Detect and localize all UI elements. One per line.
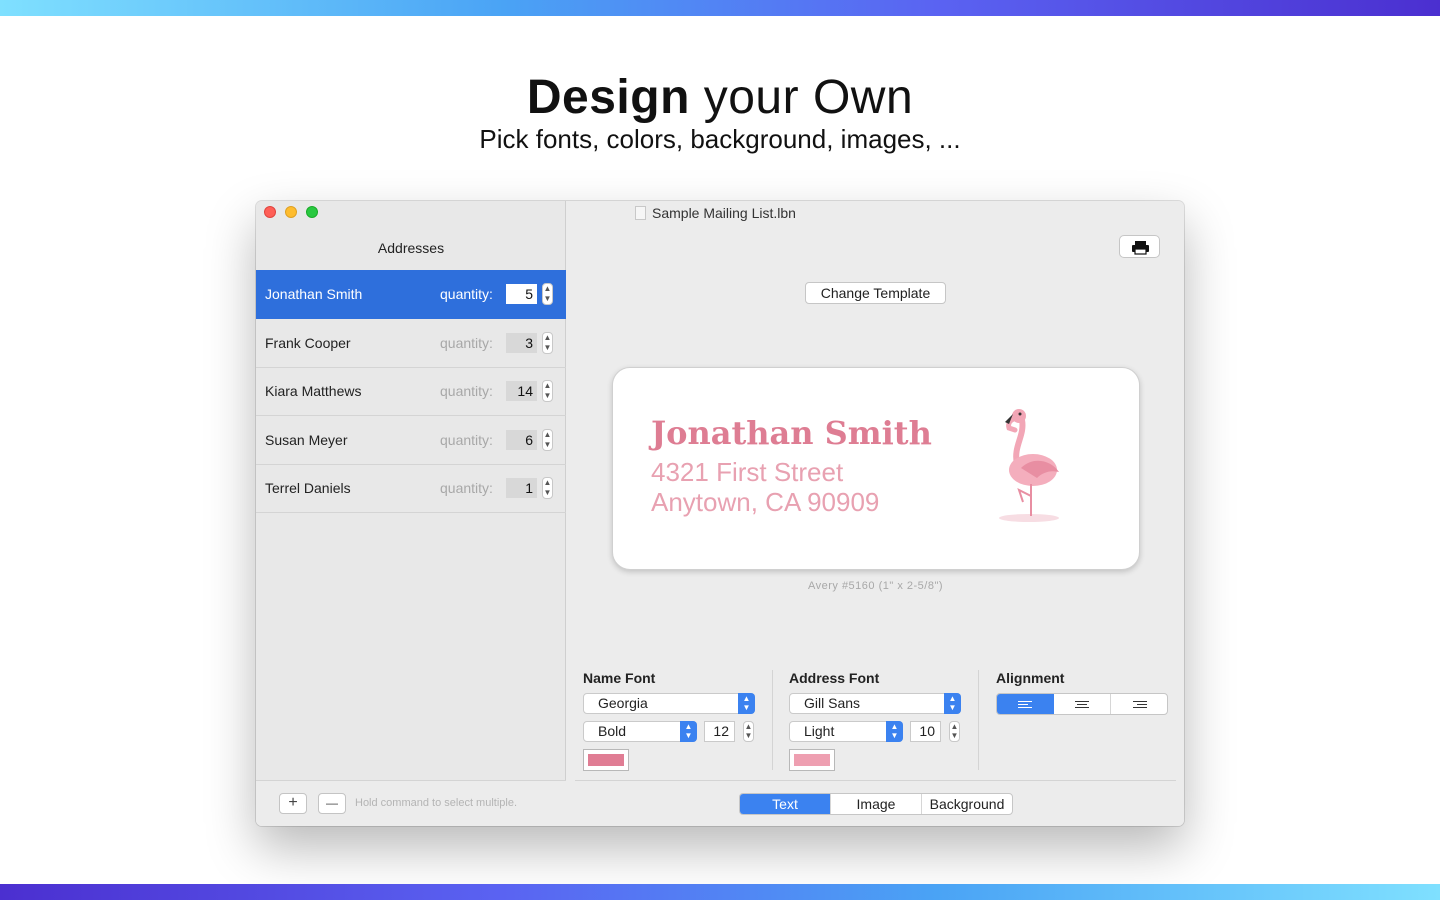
quantity-stepper[interactable]: ▲ ▼ [542, 477, 553, 499]
selection-hint: Hold command to select multiple. [355, 797, 518, 809]
align-right-icon [1132, 700, 1147, 702]
popup-chevron-icon: ▲ ▼ [680, 721, 697, 742]
address-row[interactable]: Frank Cooper quantity: 3 ▲ ▼ [256, 319, 566, 368]
quantity-stepper[interactable]: ▲ ▼ [542, 380, 553, 402]
quantity-label: quantity: [440, 480, 493, 496]
align-left-button[interactable] [997, 694, 1054, 714]
change-template-button[interactable]: Change Template [805, 282, 946, 304]
bottom-gradient-bar [0, 884, 1440, 900]
align-center-icon [1075, 700, 1089, 702]
editor-tabs: Text Image Background [739, 793, 1013, 815]
popup-chevron-icon: ▲ ▼ [738, 693, 755, 714]
name-font-style-popup[interactable]: Bold ▲ ▼ [583, 721, 697, 742]
flamingo-image [999, 409, 1059, 522]
quantity-label: quantity: [440, 335, 493, 351]
panel-divider [978, 670, 979, 770]
address-font-style: Light [804, 723, 835, 739]
tab-text[interactable]: Text [740, 794, 831, 814]
panel-divider [772, 670, 773, 770]
label-format: Avery #5160 (1" x 2-5/8") [807, 580, 944, 592]
address-row[interactable]: Susan Meyer quantity: 6 ▲ ▼ [256, 416, 566, 465]
hero-subtitle: Pick fonts, colors, background, images, … [479, 124, 961, 154]
address-font-style-popup[interactable]: Light ▲ ▼ [789, 721, 903, 742]
name-font-title: Name Font [583, 670, 656, 686]
label-name: Jonathan Smith [651, 414, 932, 452]
app-window: Addresses Jonathan Smith quantity: 5 ▲ ▼ … [256, 201, 1184, 826]
address-font-family: Gill Sans [804, 695, 861, 711]
quantity-stepper[interactable]: ▲ ▼ [542, 332, 553, 354]
name-color-well[interactable] [583, 749, 629, 771]
add-address-button[interactable]: + [279, 793, 307, 814]
name-font-family-popup[interactable]: Georgia ▲ ▼ [583, 693, 755, 714]
address-font-family-popup[interactable]: Gill Sans ▲ ▼ [789, 693, 961, 714]
address-row[interactable]: Terrel Daniels quantity: 1 ▲ ▼ [256, 464, 566, 513]
document-icon [635, 206, 646, 220]
close-window-button[interactable] [264, 206, 276, 218]
remove-address-button[interactable]: — [318, 793, 346, 814]
address-name: Frank Cooper [265, 335, 351, 351]
hero-title-rest: your Own [703, 71, 914, 124]
bottom-separator [575, 780, 1176, 781]
zoom-window-button[interactable] [306, 206, 318, 218]
address-color-well[interactable] [789, 749, 835, 771]
align-left-icon [1018, 700, 1032, 702]
quantity-field[interactable]: 3 [506, 333, 537, 353]
quantity-stepper[interactable]: ▲ ▼ [542, 283, 553, 305]
quantity-label: quantity: [440, 286, 493, 302]
alignment-title: Alignment [996, 670, 1065, 686]
popup-chevron-icon: ▲ ▼ [944, 693, 961, 714]
quantity-field[interactable]: 6 [506, 430, 537, 450]
tab-image[interactable]: Image [831, 794, 922, 814]
minimize-window-button[interactable] [285, 206, 297, 218]
quantity-field[interactable]: 1 [506, 478, 537, 498]
editor-pane: Sample Mailing List.lbn Change Template … [567, 201, 1184, 826]
label-address-line1: 4321 First Street [651, 457, 844, 487]
document-title: Sample Mailing List.lbn [635, 205, 796, 221]
tab-background[interactable]: Background [922, 794, 1012, 814]
align-right-button[interactable] [1111, 694, 1167, 714]
address-name: Kiara Matthews [265, 383, 362, 399]
name-font-style: Bold [598, 723, 627, 739]
hero-title-bold: Design [526, 71, 690, 124]
align-center-button[interactable] [1054, 694, 1111, 714]
address-name: Terrel Daniels [265, 480, 351, 496]
address-name: Susan Meyer [265, 432, 348, 448]
address-row[interactable]: Kiara Matthews quantity: 14 ▲ ▼ [256, 367, 566, 416]
address-row[interactable]: Jonathan Smith quantity: 5 ▲ ▼ [256, 270, 566, 319]
label-preview: Jonathan Smith 4321 First Street Anytown… [612, 367, 1140, 570]
top-gradient-bar [0, 0, 1440, 16]
popup-chevron-icon: ▲ ▼ [886, 721, 903, 742]
print-button[interactable] [1119, 235, 1160, 258]
name-font-family: Georgia [598, 695, 648, 711]
address-color-swatch [794, 754, 830, 766]
name-font-size-field[interactable]: 12 [704, 721, 735, 742]
name-font-size-stepper[interactable]: ▲ ▼ [743, 721, 754, 742]
label-address-line2: Anytown, CA 90909 [651, 487, 880, 517]
hero-title: Design your Own [0, 70, 1440, 125]
address-name: Jonathan Smith [265, 286, 363, 302]
document-title-text: Sample Mailing List.lbn [652, 205, 796, 221]
quantity-label: quantity: [440, 432, 493, 448]
address-font-size-field[interactable]: 10 [910, 721, 941, 742]
quantity-stepper[interactable]: ▲ ▼ [542, 429, 553, 451]
sidebar-footer: + — Hold command to select multiple. [256, 780, 566, 826]
quantity-label: quantity: [440, 383, 493, 399]
address-font-title: Address Font [789, 670, 880, 686]
quantity-field[interactable]: 5 [506, 284, 537, 304]
alignment-control [996, 693, 1168, 715]
addresses-sidebar: Addresses Jonathan Smith quantity: 5 ▲ ▼ … [256, 201, 566, 826]
address-font-size-stepper[interactable]: ▲ ▼ [949, 721, 960, 742]
quantity-field[interactable]: 14 [506, 381, 537, 401]
printer-icon [1132, 241, 1149, 255]
sidebar-title: Addresses [377, 240, 445, 256]
name-color-swatch [588, 754, 624, 766]
